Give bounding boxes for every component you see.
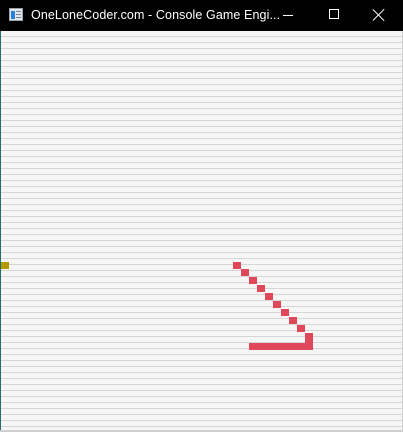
game-screen[interactable] <box>1 31 402 430</box>
snake-segment <box>289 317 297 324</box>
snake-segment <box>249 277 257 284</box>
snake-segment <box>265 293 273 300</box>
food-pellet <box>1 262 9 269</box>
snake-segment <box>233 262 241 269</box>
snake-segment <box>281 309 289 316</box>
minimize-icon <box>283 15 293 16</box>
close-icon <box>372 8 386 22</box>
snake-segment <box>241 269 249 276</box>
minimize-button[interactable] <box>265 0 311 31</box>
window-title: OneLoneCoder.com - Console Game Engi... <box>31 8 281 22</box>
snake-segment <box>249 343 313 350</box>
snake-segment <box>297 325 305 332</box>
maximize-icon <box>329 9 339 19</box>
close-button[interactable] <box>357 0 403 31</box>
snake-segment <box>273 301 281 308</box>
title-bar[interactable]: OneLoneCoder.com - Console Game Engi... <box>0 0 403 31</box>
maximize-button[interactable] <box>311 0 357 31</box>
console-app-icon <box>9 8 23 21</box>
snake-segment <box>257 285 265 292</box>
